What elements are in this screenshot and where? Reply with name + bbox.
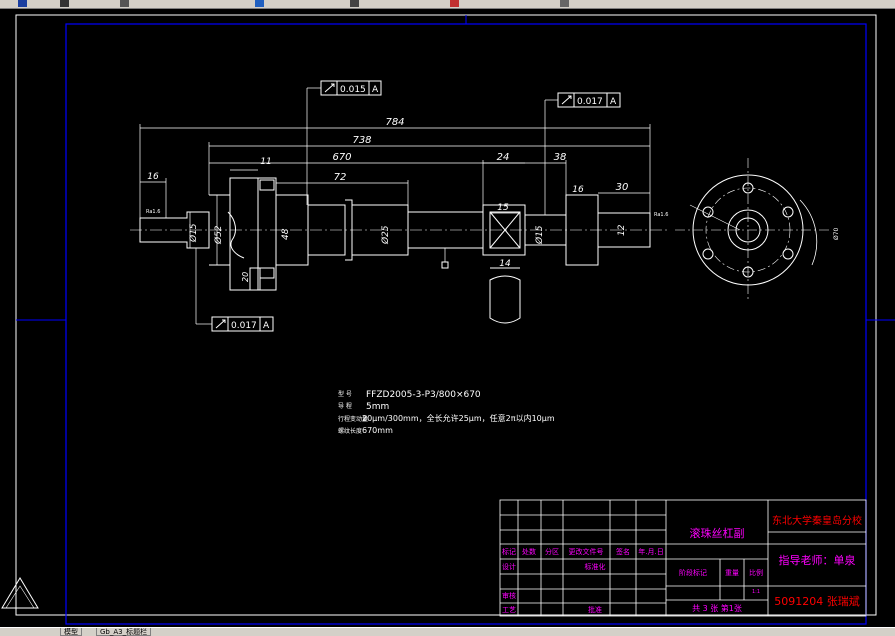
tolerance-bottom-datum: A [263, 321, 270, 331]
nut-holes [249, 179, 275, 291]
end-view-dia: Ø70 [833, 227, 840, 240]
undo-icon[interactable] [255, 0, 264, 7]
dim-15: 15 [497, 203, 509, 213]
dim-48: 48 [281, 228, 291, 240]
open-icon[interactable] [18, 0, 27, 7]
zoom-icon[interactable] [450, 0, 459, 7]
dim-dia-15-right: Ø15 [534, 225, 545, 245]
cell-change-doc: 更改文件号 [569, 547, 604, 556]
title-scale-value: 1:1 [752, 589, 760, 595]
dim-738: 738 [352, 135, 371, 146]
properties-icon[interactable] [560, 0, 569, 7]
dim-dia-52: Ø52 [213, 225, 224, 245]
dim-11: 11 [260, 157, 271, 167]
title-instructor: 指导老师：单泉 [779, 553, 856, 567]
spec-label-1: 导 程 [338, 402, 352, 410]
tolerance-top-value: 0.015 [340, 85, 366, 95]
spec-label-0: 型 号 [338, 390, 352, 398]
dim-20: 20 [241, 272, 250, 282]
outer-frame [15, 14, 877, 616]
spec-value-1: 5mm [366, 402, 389, 412]
roughness-right: Ra1.6 [654, 212, 668, 218]
tolerance-bottom-value: 0.017 [231, 321, 257, 331]
cell-design: 设计 [502, 562, 516, 571]
cell-process: 工艺 [502, 606, 516, 614]
pan-icon[interactable] [350, 0, 359, 7]
dimension-lines [139, 124, 651, 218]
dim-670: 670 [332, 152, 351, 163]
dim-dia-25: Ø25 [380, 225, 391, 245]
cell-mark: 标记 [502, 547, 516, 556]
cell-standardize: 标准化 [585, 562, 606, 571]
spec-value-2: 20μm/300mm，全长允许25μm，任意2π以内10μm [362, 413, 555, 423]
title-school: 东北大学秦皇岛分校 [772, 514, 862, 527]
dim-38: 38 [554, 152, 567, 163]
cell-stage-mark: 阶段标记 [679, 568, 707, 577]
dim-784: 784 [385, 117, 404, 128]
dim-24: 24 [497, 152, 510, 163]
title-drawing-name: 滚珠丝杠副 [690, 526, 745, 540]
dim-72: 72 [334, 172, 347, 183]
spec-value-0: FFZD2005-3-P3/800×670 [366, 390, 481, 400]
key-section [489, 275, 521, 324]
dim-30: 30 [616, 182, 629, 193]
spec-notes: 型 号 FFZD2005-3-P3/800×670 导 程 5mm 行程变动量 … [338, 390, 555, 435]
roughness-left: Ra1.6 [146, 209, 160, 215]
end-view [675, 158, 830, 300]
cell-review: 审核 [502, 591, 516, 600]
cell-count: 处数 [522, 547, 536, 556]
dim-12: 12 [617, 224, 627, 236]
cell-weight: 重量 [725, 569, 739, 577]
datum-box [441, 261, 449, 269]
drawing-canvas[interactable]: 14 784 738 670 11 72 24 38 16 16 30 15 Ø… [0, 8, 895, 627]
cell-zone: 分区 [545, 547, 559, 556]
dim-14: 14 [499, 259, 511, 269]
drawing-sheet[interactable]: 14 784 738 670 11 72 24 38 16 16 30 15 Ø… [0, 8, 895, 627]
cell-date: 年.月.日 [638, 547, 663, 556]
dim-16-right: 16 [572, 185, 584, 195]
inner-frame [65, 23, 867, 625]
dim-16-left: 16 [147, 172, 159, 182]
spec-value-3: 670mm [362, 426, 393, 435]
save-icon[interactable] [60, 0, 69, 7]
ucs-icon [1, 577, 39, 609]
tolerance-right-datum: A [610, 97, 617, 107]
spec-label-3: 螺纹长度 [338, 427, 362, 435]
title-student: 5091204 张瑞斌 [774, 594, 860, 608]
cell-signature: 签名 [616, 547, 630, 556]
print-icon[interactable] [120, 0, 129, 7]
tolerance-right-value: 0.017 [577, 97, 603, 107]
tolerance-top-datum: A [372, 85, 379, 95]
title-sheets: 共 3 张 第1张 [692, 603, 742, 613]
cell-scale: 比例 [749, 568, 763, 577]
cell-approve: 批准 [588, 605, 602, 614]
